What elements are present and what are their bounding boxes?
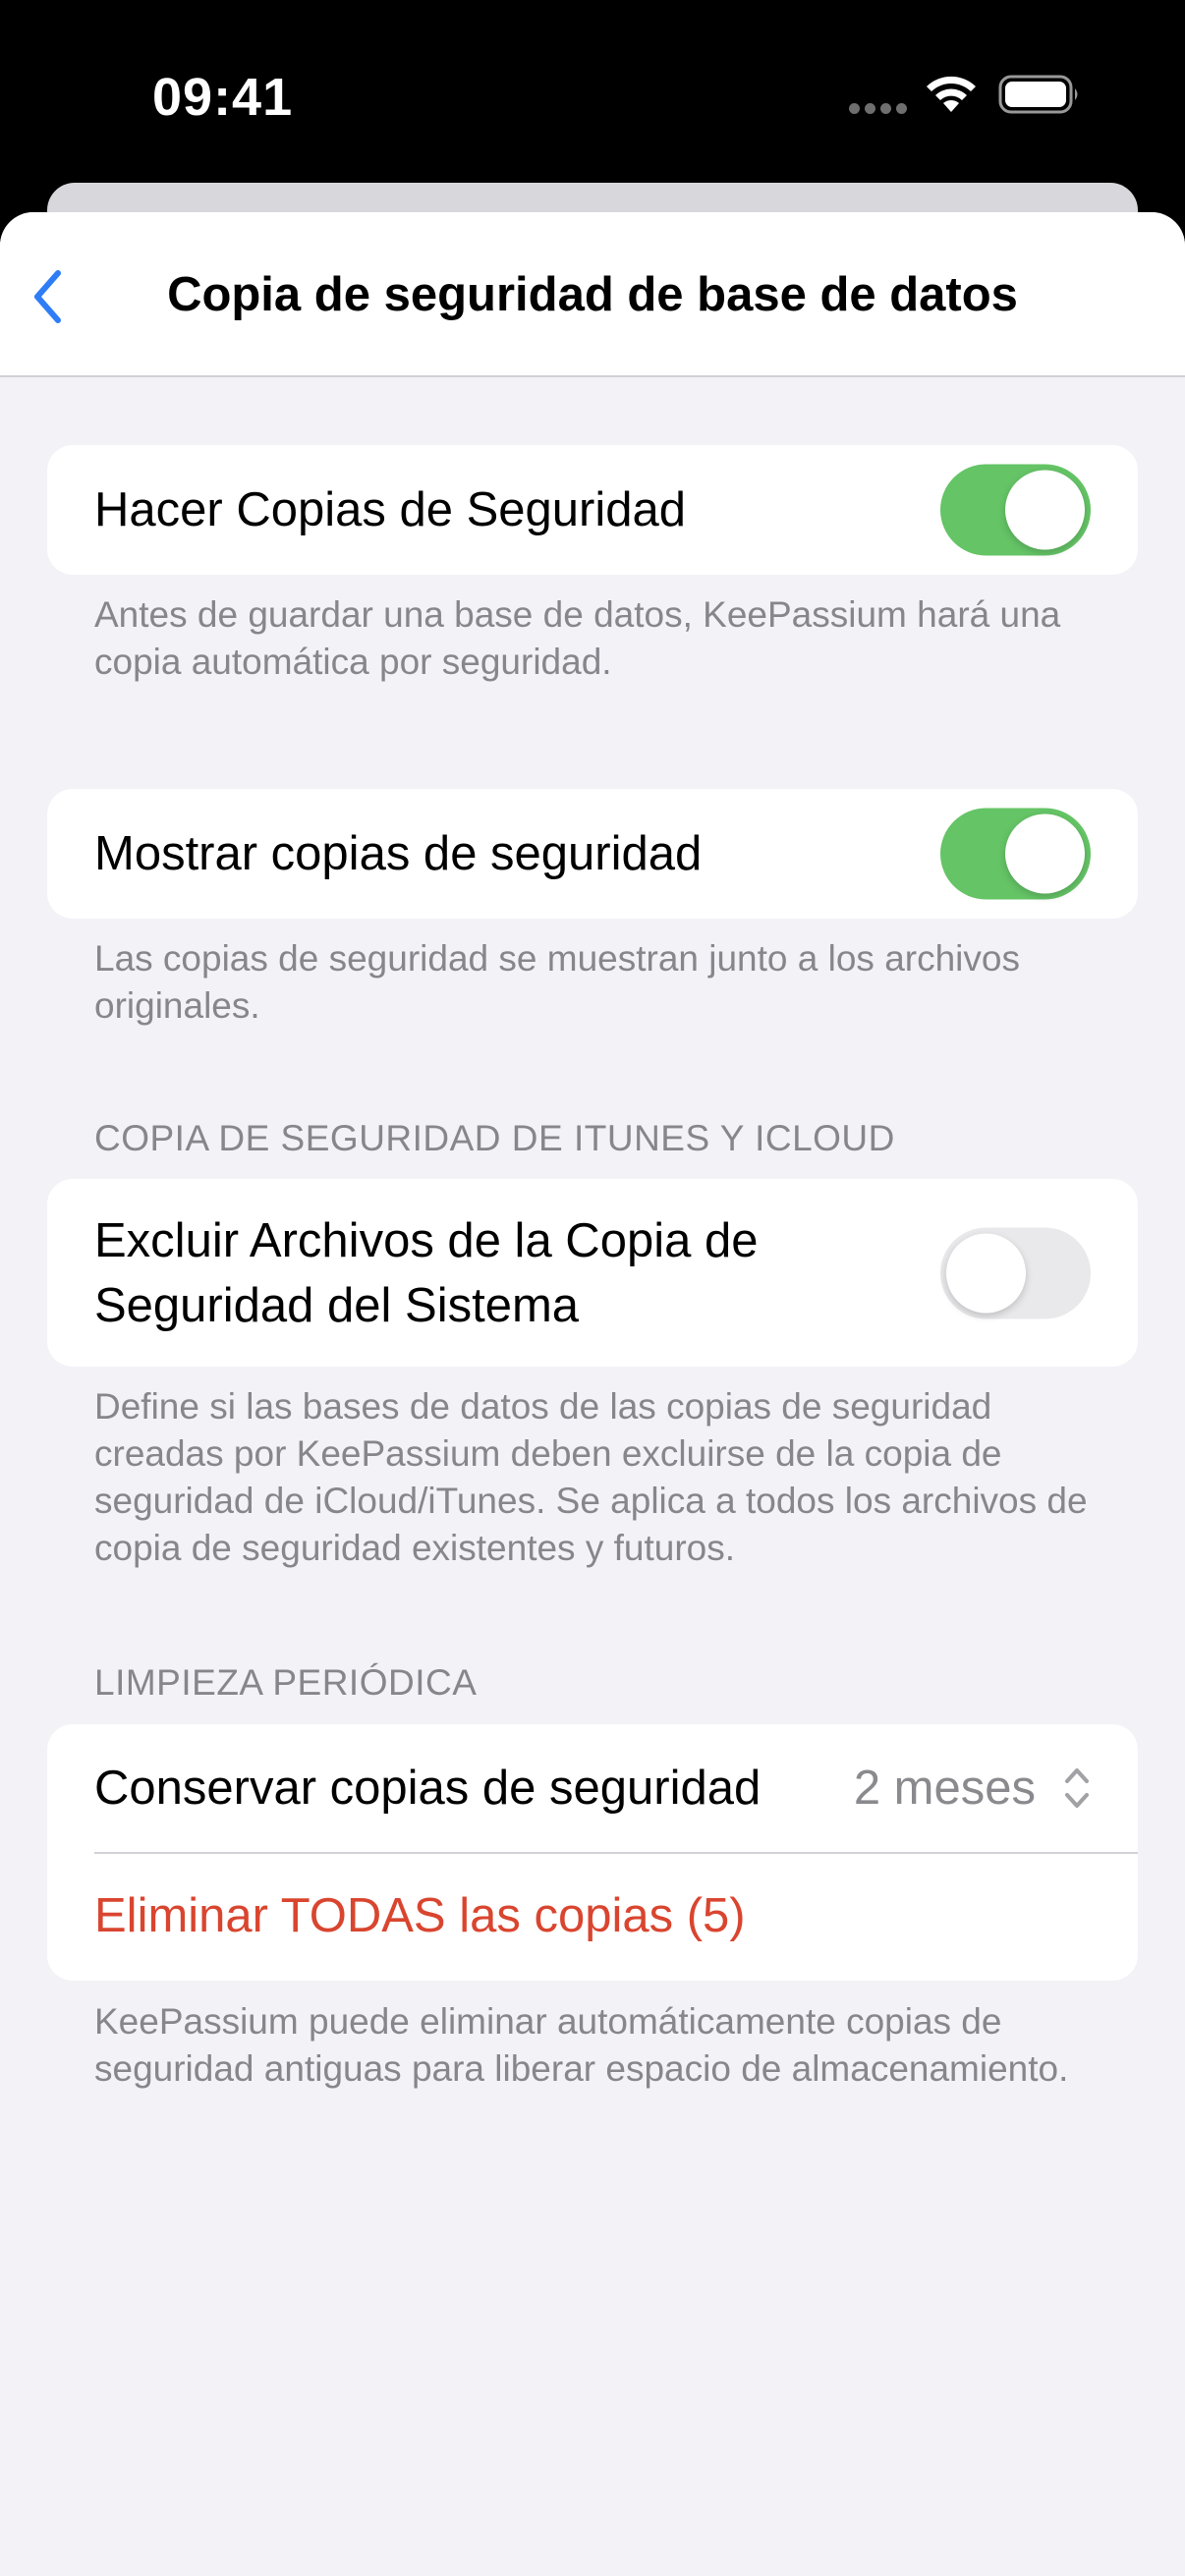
exclude-backup-toggle[interactable]: [940, 1227, 1091, 1318]
backup-toggle-row: Hacer Copias de Seguridad: [47, 445, 1138, 575]
show-backups-toggle-row: Mostrar copias de seguridad: [47, 789, 1138, 919]
toggle-knob: [1005, 813, 1085, 894]
page-title: Copia de seguridad de base de datos: [167, 268, 1018, 321]
cleanup-group: Conservar copias de seguridad 2 meses El…: [47, 1724, 1138, 1981]
exclude-backup-label: Excluir Archivos de la Copia de Segurida…: [94, 1213, 759, 1332]
exclude-backup-toggle-row: Excluir Archivos de la Copia de Segurida…: [47, 1179, 1138, 1367]
chevron-up-down-icon: [1065, 1768, 1089, 1808]
wifi-icon: [927, 76, 976, 112]
delete-all-backups-label: Eliminar TODAS las copias (5): [94, 1889, 746, 1942]
keep-backups-row[interactable]: Conservar copias de seguridad 2 meses: [47, 1724, 1138, 1852]
backup-group: Hacer Copias de Seguridad: [47, 445, 1138, 575]
navigation-bar: Copia de seguridad de base de datos: [0, 212, 1185, 377]
backup-toggle[interactable]: [940, 464, 1091, 556]
keep-backups-value: 2 meses: [853, 1762, 1036, 1815]
status-bar: 09:41: [0, 0, 1185, 187]
battery-icon: [998, 75, 1078, 114]
show-backups-toggle[interactable]: [940, 808, 1091, 900]
status-time: 09:41: [152, 68, 294, 127]
show-backups-group: Mostrar copias de seguridad: [47, 789, 1138, 919]
keep-backups-label: Conservar copias de seguridad: [94, 1762, 762, 1815]
cleanup-footer: KeePassium puede eliminar automáticament…: [94, 2001, 1069, 2089]
itunes-icloud-header: COPIA DE SEGURIDAD DE ITUNES Y ICLOUD: [94, 1118, 895, 1158]
toggle-knob: [946, 1233, 1026, 1313]
backup-footer: Antes de guardar una base de datos, KeeP…: [94, 594, 1061, 682]
itunes-icloud-footer: Define si las bases de datos de las copi…: [94, 1386, 1088, 1568]
cellular-dots-icon: [849, 103, 908, 115]
toggle-knob: [1005, 470, 1085, 550]
settings-sheet: Copia de seguridad de base de datos Hace…: [0, 212, 1185, 2576]
delete-all-backups-button[interactable]: Eliminar TODAS las copias (5): [47, 1852, 1138, 1980]
cleanup-header: LIMPIEZA PERIÓDICA: [94, 1662, 478, 1703]
show-backups-footer: Las copias de seguridad se muestran junt…: [94, 938, 1020, 1026]
itunes-icloud-group: Excluir Archivos de la Copia de Segurida…: [47, 1179, 1138, 1367]
